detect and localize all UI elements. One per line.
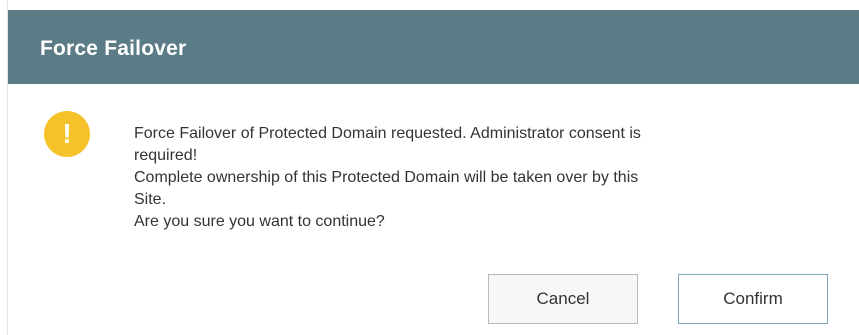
- dialog-titlebar: Force Failover: [8, 10, 859, 84]
- window-edge: [0, 0, 8, 335]
- cancel-button[interactable]: Cancel: [488, 274, 638, 324]
- warning-icon-glyph: !: [62, 118, 72, 149]
- message-line: Force Failover of Protected Domain reque…: [134, 125, 641, 142]
- message-line: required!: [134, 147, 198, 164]
- dialog-message: Force Failover of Protected Domain reque…: [134, 123, 824, 233]
- message-line: Are you sure you want to continue?: [134, 213, 385, 230]
- warning-icon: !: [44, 111, 90, 157]
- force-failover-dialog: Force Failover ! Force Failover of Prote…: [0, 0, 859, 335]
- message-line: Complete ownership of this Protected Dom…: [134, 169, 639, 186]
- dialog-title: Force Failover: [40, 37, 187, 60]
- message-line: Site.: [134, 191, 167, 208]
- confirm-button[interactable]: Confirm: [678, 274, 828, 324]
